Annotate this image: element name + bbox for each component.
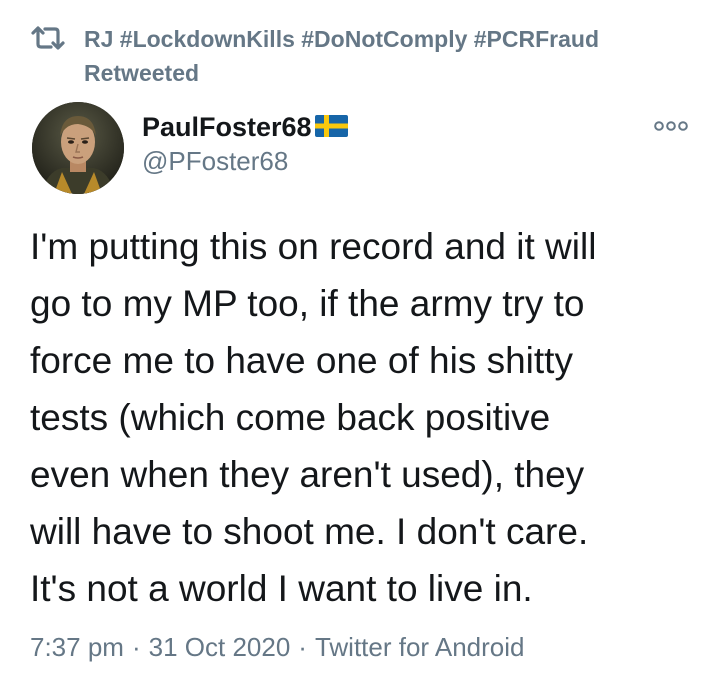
tweet-line: force me to have one of his shitty — [30, 340, 573, 381]
tweet-line: I'm putting this on record and it will — [30, 226, 597, 267]
tweet-client[interactable]: Twitter for Android — [315, 632, 525, 662]
tweet-line: even when they aren't used), they — [30, 454, 585, 495]
sweden-flag-icon — [314, 114, 348, 137]
retweet-label[interactable]: RJ #LockdownKills #DoNotComply #PCRFraud… — [84, 22, 599, 90]
tweet-time[interactable]: 7:37 pm — [30, 632, 124, 662]
avatar[interactable] — [32, 102, 124, 194]
meta-separator: · — [131, 632, 141, 662]
more-options-icon[interactable] — [653, 118, 689, 134]
tweet-date[interactable]: 31 Oct 2020 — [149, 632, 291, 662]
author-name-row[interactable]: PaulFoster68 — [142, 112, 348, 146]
tweet-text: I'm putting this on record and it will g… — [30, 218, 700, 617]
tweet-line: will have to shoot me. I don't care. — [30, 511, 589, 552]
tweet-meta: 7:37 pm · 31 Oct 2020 · Twitter for Android — [30, 632, 525, 663]
retweeter-name[interactable]: RJ #LockdownKills #DoNotComply #PCRFraud — [84, 22, 599, 56]
tweet-line: go to my MP too, if the army try to — [30, 283, 585, 324]
author-handle[interactable]: @PFoster68 — [142, 146, 288, 177]
retweeted-label: Retweeted — [84, 60, 200, 86]
tweet-line: It's not a world I want to live in. — [30, 568, 533, 609]
meta-separator: · — [298, 632, 307, 662]
retweet-icon — [30, 24, 66, 52]
display-name[interactable]: PaulFoster68 — [142, 112, 312, 142]
tweet-line: tests (which come back positive — [30, 397, 551, 438]
